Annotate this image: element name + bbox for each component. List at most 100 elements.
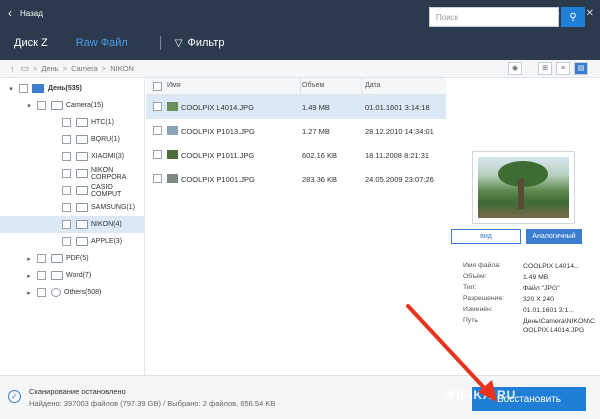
similar-button[interactable]: Аналогичный [526,229,582,244]
tree-checkbox[interactable] [62,203,71,212]
tree-item-root[interactable]: ▾ День(535) [6,80,82,97]
folder-icon [76,152,88,161]
tree-checkbox[interactable] [62,237,71,246]
detail-view-icon[interactable]: ▤ [574,62,588,75]
tree-checkbox[interactable] [37,271,46,280]
tree-item-word[interactable]: ▸ Word(7) [24,267,91,284]
row-checkbox[interactable] [153,150,162,159]
tree-item-label: APPLE(3) [91,238,123,245]
tree-checkbox[interactable] [37,254,46,263]
eye-icon[interactable]: ◉ [508,62,522,75]
tree-item-label: Others(508) [64,289,102,296]
table-row[interactable]: COOLPIX P1013.JPG 1.27 MB 28.12.2010 14:… [146,119,446,143]
grid-view-icon[interactable]: ⊞ [538,62,552,75]
up-arrow-icon[interactable]: ↑ [10,64,15,74]
row-checkbox[interactable] [153,102,162,111]
tree-item-folder[interactable]: APPLE(3) [62,233,122,250]
chevron-right-icon[interactable]: ▸ [24,289,34,297]
row-checkbox[interactable] [153,174,162,183]
tab-raw-file[interactable]: Raw Файл [76,37,128,49]
breadcrumb-item[interactable]: Camera [71,64,98,73]
prop-label: Объём: [463,273,487,280]
check-circle-icon: ✓ [8,390,21,403]
prop-value: 320 X 240 [523,296,554,303]
back-label: Назад [20,8,43,18]
column-header-date[interactable]: Дата [365,82,381,89]
prop-value: 1.49 MB [523,274,549,281]
tree-checkbox[interactable] [62,220,71,229]
tree-checkbox[interactable] [62,186,71,195]
tree-item-camera[interactable]: ▾ Camera(15) [24,97,103,114]
search-button[interactable]: ⚲ [561,7,585,27]
search-input[interactable] [429,7,559,27]
breadcrumb: ↑ ▭ > День > Camera > NIKON ◉ ⊞ ≡ ▤ [0,60,600,78]
table-row[interactable]: COOLPIX P1011.JPG 602.16 KB 18.11.2008 8… [146,143,446,167]
file-name: COOLPIX L4014.JPG [181,103,254,112]
column-divider [361,78,362,95]
tree-item-folder-selected[interactable]: NIKON(4) [0,216,144,233]
tab-disk[interactable]: Диск Z [14,37,48,49]
tree-checkbox[interactable] [19,84,28,93]
prop-value: День\Camera\NIKON\COOLPIX L4014.JPG [523,318,595,334]
tree-item-folder[interactable]: HTC(1) [62,114,114,131]
file-list-header: Имя Объем Дата [146,78,446,95]
tree-checkbox[interactable] [37,288,46,297]
tree-item-others[interactable]: ▸ Others(508) [24,284,101,301]
breadcrumb-item[interactable]: День [41,64,58,73]
drive-icon [32,84,44,93]
tree-item-label: Word(7) [66,272,92,279]
tree-item-pdf[interactable]: ▸ PDF(5) [24,250,89,267]
table-row[interactable]: COOLPIX L4014.JPG 1.49 MB 01.01.1601 3:1… [146,95,446,119]
column-header-size[interactable]: Объем [302,82,324,89]
select-all-checkbox[interactable] [153,82,162,91]
filter-button[interactable]: ▽ Фильтр [175,37,225,49]
folder-icon [76,237,88,246]
tree-item-label: NIKON(4) [91,221,122,228]
tree-checkbox[interactable] [37,101,46,110]
tree-item-label: BQRU(1) [91,136,120,143]
chevron-right-icon[interactable]: ▸ [24,272,34,280]
tree-item-folder[interactable]: BQRU(1) [62,131,120,148]
chevron-down-icon[interactable]: ▾ [24,102,34,110]
tree-item-label: CASIO COMPUT [91,183,122,198]
preview-image [478,157,569,218]
tree-item-label: NIKON CORPORA [91,166,127,181]
filter-icon: ▽ [174,37,183,49]
table-row[interactable]: COOLPIX P1001.JPG 283.36 KB 24.05.2009 2… [146,167,446,191]
tree-trunk [518,179,524,209]
tree-item-folder[interactable]: CASIO COMPUT [62,182,144,199]
file-date: 01.01.1601 3:14:18 [365,103,430,112]
tree-item-folder[interactable]: SAMSUNG(1) [62,199,135,216]
prop-label: Тип: [463,284,477,291]
folder-icon [76,203,88,212]
view-button[interactable]: вид [451,229,521,244]
tree-item-folder[interactable]: NIKON CORPORA [62,165,144,182]
prop-value: 01.01.1601 3:1... [523,307,575,314]
tree-checkbox[interactable] [62,135,71,144]
list-view-icon[interactable]: ≡ [556,62,570,75]
tree-item-label: Camera(15) [66,102,104,109]
chevron-right-icon[interactable]: ▸ [24,255,34,263]
prop-label: Имя файла: [463,262,501,269]
prop-value: COOLPIX L4014... [523,263,580,270]
others-icon [51,288,61,297]
annotation-arrow-icon [406,304,497,402]
file-date: 18.11.2008 8:21:31 [365,151,430,160]
tree-checkbox[interactable] [62,169,71,178]
file-name: COOLPIX P1001.JPG [181,175,255,184]
image-file-icon [167,150,178,159]
chevron-down-icon[interactable]: ▾ [6,85,16,93]
folder-icon [76,186,88,195]
tree-item-folder[interactable]: XIAOMI(3) [62,148,124,165]
tree-checkbox[interactable] [62,118,71,127]
breadcrumb-item[interactable]: NIKON [110,64,134,73]
tree-checkbox[interactable] [62,152,71,161]
close-icon[interactable]: ✕ [586,8,594,19]
image-file-icon [167,102,178,111]
row-checkbox[interactable] [153,126,162,135]
folder-nav-icon[interactable]: ▭ [21,63,30,74]
column-header-name[interactable]: Имя [167,82,181,89]
back-button[interactable]: ‹ Назад [8,6,43,20]
breadcrumb-separator-icon: > [33,64,38,73]
file-name: COOLPIX P1013.JPG [181,127,255,136]
